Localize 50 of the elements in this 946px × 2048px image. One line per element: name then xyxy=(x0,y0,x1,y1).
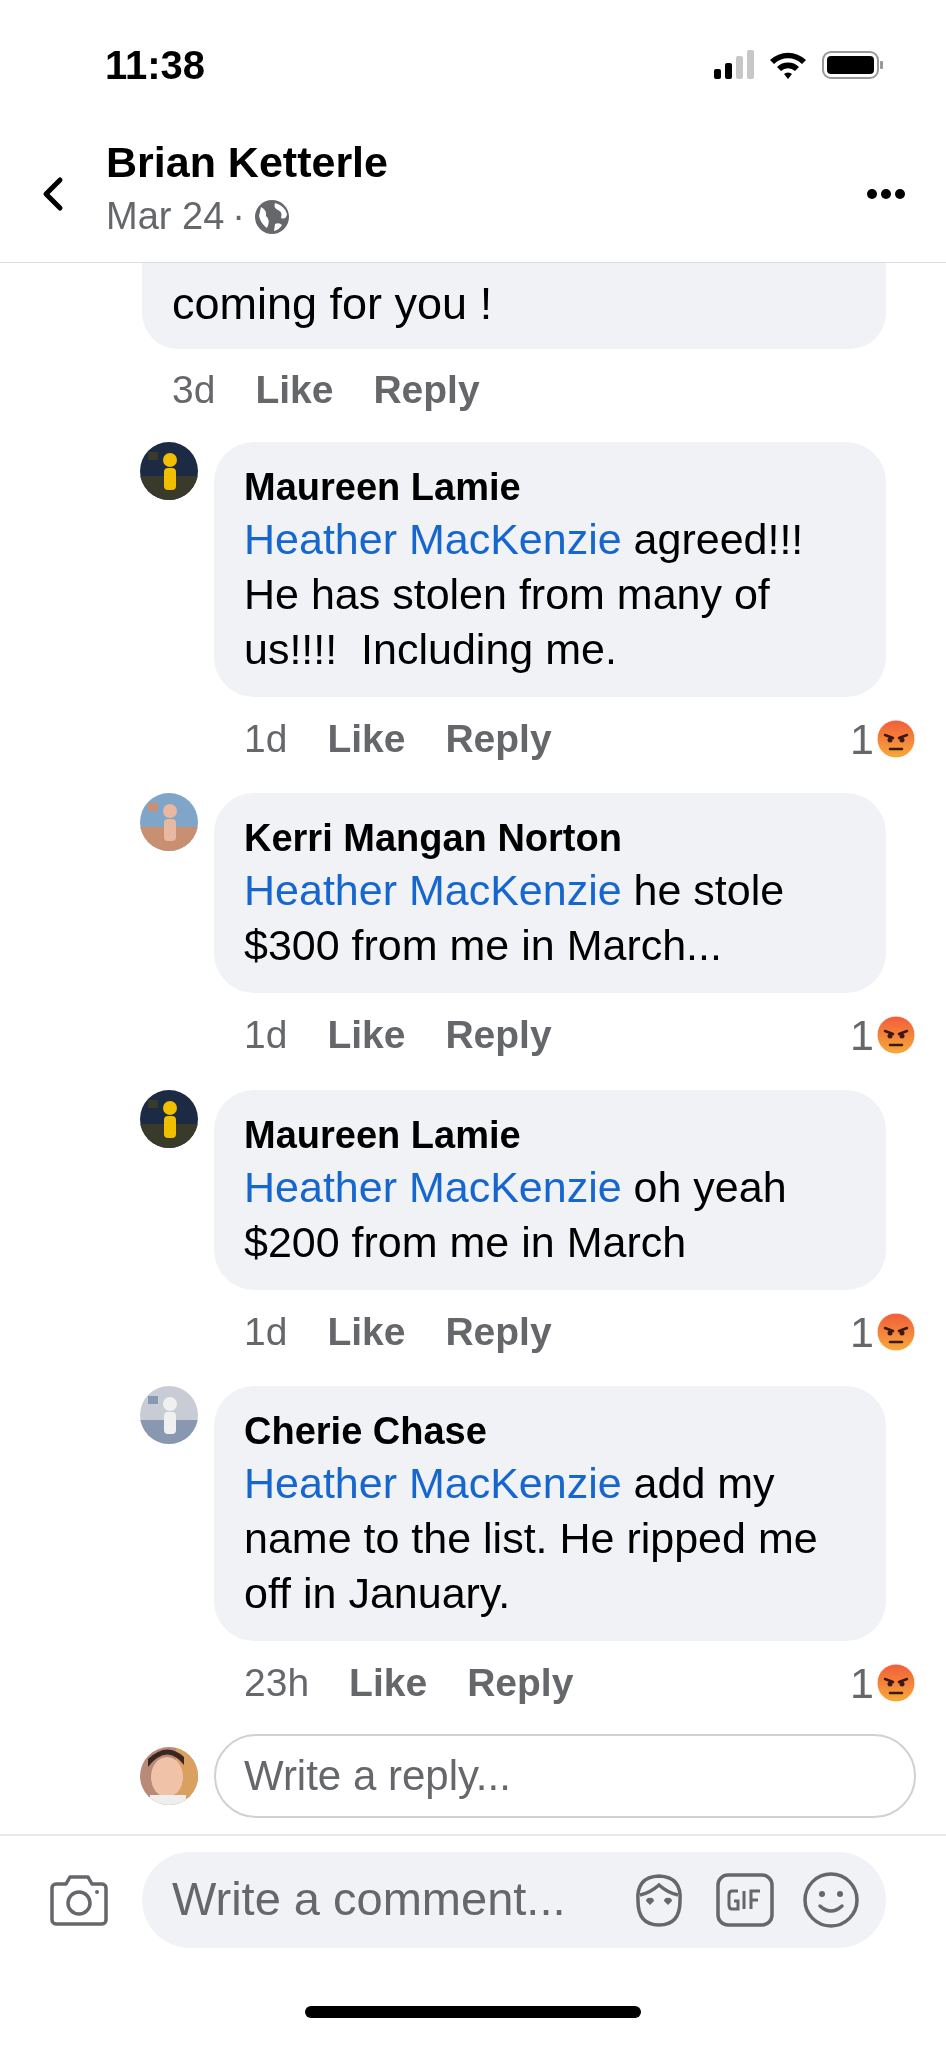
comment-author[interactable]: Kerri Mangan Norton xyxy=(244,813,856,863)
like-link[interactable]: Like xyxy=(255,361,334,420)
mention-link[interactable]: Heather MacKenzie xyxy=(244,866,622,914)
angry-face-icon xyxy=(876,1311,916,1352)
post-author[interactable]: Brian Ketterle xyxy=(106,136,866,188)
comment-time: 1d xyxy=(244,715,288,762)
comment-author[interactable]: Maureen Lamie xyxy=(244,1109,856,1160)
reaction-count: 1 xyxy=(850,1306,874,1358)
comment-input[interactable]: Write a comment... xyxy=(172,1864,602,1935)
signal-icon xyxy=(714,49,754,80)
comment-time: 23h xyxy=(244,1660,310,1706)
camera-icon[interactable] xyxy=(50,1873,108,1926)
comment-text: Heather MacKenzie add my name to the list. He ripped me off in January. xyxy=(244,1458,819,1619)
reply-link[interactable]: Reply xyxy=(373,361,480,420)
battery-icon xyxy=(822,49,884,80)
like-link[interactable]: Like xyxy=(327,1006,406,1065)
comment-text: coming for you ! xyxy=(172,277,494,331)
status-time: 11:38 xyxy=(105,41,206,89)
angry-face-icon xyxy=(876,1663,916,1704)
reaction-count: 1 xyxy=(850,713,874,765)
mention-link[interactable]: Heather MacKenzie xyxy=(244,1162,622,1211)
like-link[interactable]: Like xyxy=(327,709,406,768)
comment-text: Heather MacKenzie oh yeah $200 from me in March xyxy=(244,1161,788,1268)
comment-text: Heather MacKenzie agreed!!! He has stolen from many of us!!!! Including me. xyxy=(244,513,805,675)
angry-face-icon xyxy=(876,1015,916,1056)
more-icon[interactable] xyxy=(866,187,906,200)
comment-time: 3d xyxy=(172,367,216,413)
comment-field[interactable]: Write a comment... xyxy=(142,1851,886,1948)
reply-link[interactable]: Reply xyxy=(467,1654,574,1713)
comment-time: 1d xyxy=(244,1308,288,1355)
globe-icon xyxy=(252,197,291,236)
like-link[interactable]: Like xyxy=(327,1302,406,1361)
comment-author[interactable]: Maureen Lamie xyxy=(244,461,856,512)
reaction-count: 1 xyxy=(850,1010,874,1061)
reaction-count: 1 xyxy=(850,1658,874,1709)
comment-text: Heather MacKenzie he stole $300 from me in March... xyxy=(244,865,786,971)
post-date: Mar 24 xyxy=(106,194,225,239)
emoji-icon[interactable] xyxy=(802,1870,860,1929)
gif-icon[interactable] xyxy=(716,1872,774,1927)
reply-link[interactable]: Reply xyxy=(445,709,552,768)
mention-link[interactable]: Heather MacKenzie xyxy=(244,1459,622,1507)
comment-author[interactable]: Cherie Chase xyxy=(244,1406,856,1456)
separator-dot: · xyxy=(232,194,245,239)
comment-time: 1d xyxy=(244,1012,288,1058)
angry-face-icon xyxy=(876,718,916,759)
like-link[interactable]: Like xyxy=(349,1654,428,1713)
reply-field[interactable]: Write a reply... xyxy=(214,1733,916,1818)
reply-link[interactable]: Reply xyxy=(445,1302,552,1361)
mention-link[interactable]: Heather MacKenzie xyxy=(244,514,622,563)
reply-link[interactable]: Reply xyxy=(445,1006,552,1065)
